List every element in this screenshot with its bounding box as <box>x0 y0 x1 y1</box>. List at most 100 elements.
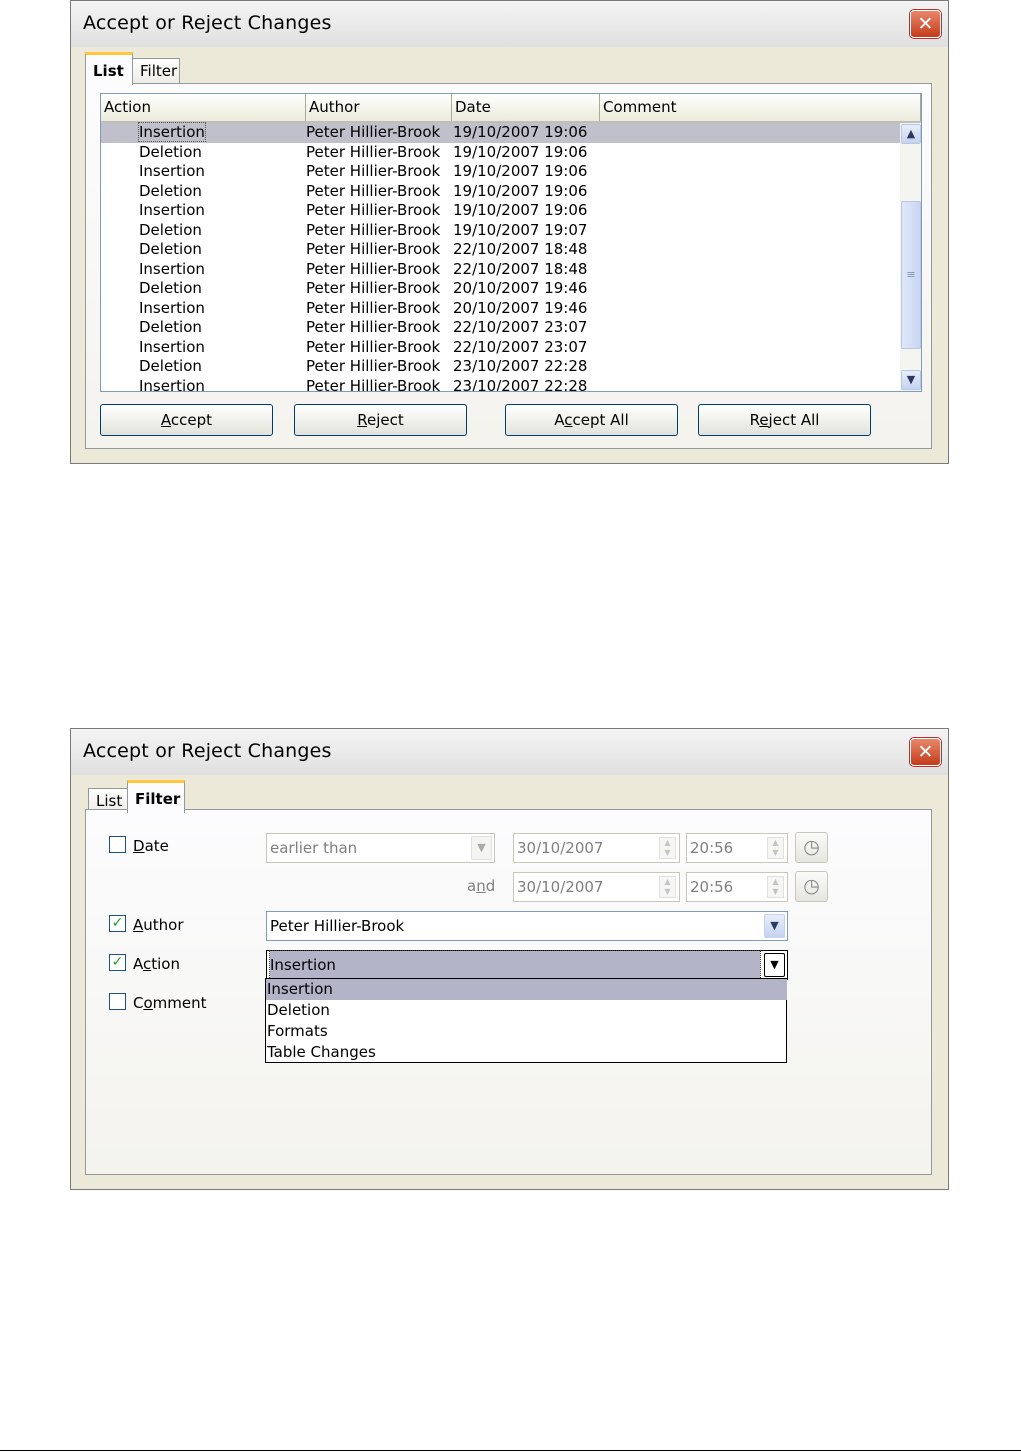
author-select[interactable]: Peter Hillier-Brook ▼ <box>266 911 788 941</box>
changes-list[interactable]: Action Author Date Comment Insertion Pete… <box>100 93 922 392</box>
and-label: and <box>467 877 496 895</box>
chevron-down-icon[interactable]: ▼ <box>764 953 785 977</box>
dropdown-option-table-changes[interactable]: Table Changes <box>266 1042 787 1063</box>
dropdown-option-deletion[interactable]: Deletion <box>266 1000 787 1021</box>
table-cell-author: Peter Hillier-Brook <box>306 376 441 392</box>
clock-icon: ◷ <box>803 836 820 858</box>
table-row[interactable]: Insertion Peter Hillier-Brook 19/10/2007 1… <box>101 201 901 221</box>
table-cell-date: 20/10/2007 19:46 <box>453 298 588 317</box>
table-cell-author: Peter Hillier-Brook <box>306 181 441 200</box>
table-row[interactable]: Deletion Peter Hillier-Brook 19/10/2007 19… <box>101 143 901 163</box>
spin-arrows-icon: ▲ ▼ <box>659 876 676 898</box>
clock-icon: ◷ <box>803 875 820 897</box>
close-button[interactable]: ✕ <box>910 738 941 766</box>
table-row[interactable]: Insertion Peter Hillier-Brook 22/10/2007 2… <box>101 338 901 358</box>
table-cell-date: 19/10/2007 19:06 <box>453 142 588 161</box>
table-cell-action: Insertion <box>139 201 205 219</box>
clock-button[interactable]: ◷ <box>795 871 828 902</box>
accept-reject-dialog-filter: Accept or Reject Changes ✕ List Filter D… <box>70 728 949 1190</box>
tab-filter[interactable]: Filter <box>127 780 185 813</box>
accept-button[interactable]: Accept <box>100 404 273 436</box>
table-row[interactable]: Deletion Peter Hillier-Brook 22/10/2007 18… <box>101 240 901 260</box>
table-cell-action: Deletion <box>139 181 202 200</box>
scroll-up-button[interactable]: ▲ <box>901 124 921 144</box>
spin-arrows-icon: ▲ ▼ <box>767 876 784 898</box>
scroll-down-button[interactable]: ▼ <box>901 370 921 390</box>
tab-filter[interactable]: Filter <box>132 58 180 84</box>
action-checkbox[interactable]: ✓ <box>109 954 126 971</box>
title-bar: Accept or Reject Changes ✕ <box>71 1 948 47</box>
table-cell-date: 19/10/2007 19:07 <box>453 220 588 239</box>
table-cell-author: Peter Hillier-Brook <box>306 337 441 356</box>
spin-arrows-icon: ▲ ▼ <box>659 837 676 859</box>
table-cell-date: 23/10/2007 22:28 <box>453 376 588 392</box>
action-select[interactable]: Insertion ▼ <box>266 950 788 980</box>
table-row[interactable]: Deletion Peter Hillier-Brook 22/10/2007 23… <box>101 318 901 338</box>
table-row[interactable]: Insertion Peter Hillier-Brook 23/10/2007 2… <box>101 376 901 392</box>
checkmark-icon: ✓ <box>111 954 124 970</box>
close-icon: ✕ <box>917 741 934 763</box>
vertical-scrollbar[interactable]: ▲ ≡ ▼ <box>900 123 921 391</box>
grip-icon: ≡ <box>906 268 916 281</box>
table-cell-author: Peter Hillier-Brook <box>306 259 441 278</box>
checkmark-icon: ✓ <box>111 915 124 931</box>
date-condition-select[interactable]: earlier than ▼ <box>266 833 495 863</box>
table-cell-date: 22/10/2007 18:48 <box>453 259 588 278</box>
dropdown-option-formats[interactable]: Formats <box>266 1021 787 1042</box>
tab-list[interactable]: List <box>85 52 133 85</box>
table-cell-action: Insertion <box>139 298 205 317</box>
table-cell-date: 19/10/2007 19:06 <box>453 123 588 141</box>
table-cell-date: 22/10/2007 23:07 <box>453 318 588 336</box>
accept-all-button[interactable]: Accept All <box>505 404 678 436</box>
time-field-1[interactable]: 20:56 ▲ ▼ <box>686 833 788 863</box>
dialog-title: Accept or Reject Changes <box>83 12 332 34</box>
table-row[interactable]: Deletion Peter Hillier-Brook 20/10/2007 19… <box>101 279 901 299</box>
reject-button[interactable]: Reject <box>294 404 467 436</box>
table-row[interactable]: Insertion Peter Hillier-Brook 22/10/2007 1… <box>101 260 901 280</box>
table-cell-date: 23/10/2007 22:28 <box>453 357 588 375</box>
table-cell-author: Peter Hillier-Brook <box>306 240 441 258</box>
table-cell-action: Deletion <box>139 318 202 336</box>
scroll-thumb[interactable]: ≡ <box>901 201 921 349</box>
table-row[interactable]: Insertion Peter Hillier-Brook 20/10/2007 1… <box>101 299 901 319</box>
date-field-2[interactable]: 30/10/2007 ▲ ▼ <box>513 872 680 902</box>
clock-button[interactable]: ◷ <box>795 832 828 863</box>
table-cell-date: 19/10/2007 19:06 <box>453 181 588 200</box>
comment-checkbox[interactable] <box>109 993 126 1010</box>
table-row[interactable]: Deletion Peter Hillier-Brook 19/10/2007 19… <box>101 221 901 241</box>
list-header: Action Author Date Comment <box>101 94 921 123</box>
author-label: Author <box>133 916 184 934</box>
action-dropdown-list: Insertion Deletion Formats Table Changes <box>265 978 787 1063</box>
chevron-down-icon: ▼ <box>471 836 492 860</box>
accept-reject-dialog-list: Accept or Reject Changes ✕ List Filter A… <box>70 0 949 464</box>
close-button[interactable]: ✕ <box>910 10 941 38</box>
table-cell-action: Deletion <box>139 240 202 258</box>
date-field-1[interactable]: 30/10/2007 ▲ ▼ <box>513 833 680 863</box>
column-header-comment[interactable]: Comment <box>600 94 921 121</box>
table-row[interactable]: Deletion Peter Hillier-Brook 19/10/2007 19… <box>101 182 901 202</box>
chevron-down-icon: ▼ <box>906 373 916 386</box>
table-row[interactable]: Insertion Peter Hillier-Brook 19/10/2007 1… <box>101 162 901 182</box>
column-header-action[interactable]: Action <box>101 94 306 121</box>
chevron-down-icon[interactable]: ▼ <box>764 914 785 938</box>
table-cell-action: Insertion <box>139 259 205 278</box>
table-cell-action: Insertion <box>138 122 206 142</box>
list-panel: Action Author Date Comment Insertion Pete… <box>85 83 932 449</box>
time-field-2[interactable]: 20:56 ▲ ▼ <box>686 872 788 902</box>
author-checkbox[interactable]: ✓ <box>109 915 126 932</box>
table-cell-action: Deletion <box>139 220 202 239</box>
reject-all-button[interactable]: Reject All <box>698 404 871 436</box>
date-checkbox[interactable] <box>109 836 126 853</box>
dropdown-option-insertion[interactable]: Insertion <box>266 979 787 1000</box>
close-icon: ✕ <box>917 13 934 35</box>
table-row[interactable]: Deletion Peter Hillier-Brook 23/10/2007 22… <box>101 357 901 377</box>
table-cell-author: Peter Hillier-Brook <box>306 357 441 375</box>
date-label: Date <box>133 837 169 855</box>
table-cell-date: 22/10/2007 23:07 <box>453 337 588 356</box>
column-header-date[interactable]: Date <box>452 94 600 121</box>
table-cell-action: Deletion <box>139 279 202 297</box>
table-cell-action: Insertion <box>139 337 205 356</box>
table-row[interactable]: Insertion Peter Hillier-Brook 19/10/2007 1… <box>101 122 901 143</box>
title-bar: Accept or Reject Changes ✕ <box>71 729 948 775</box>
column-header-author[interactable]: Author <box>306 94 452 121</box>
